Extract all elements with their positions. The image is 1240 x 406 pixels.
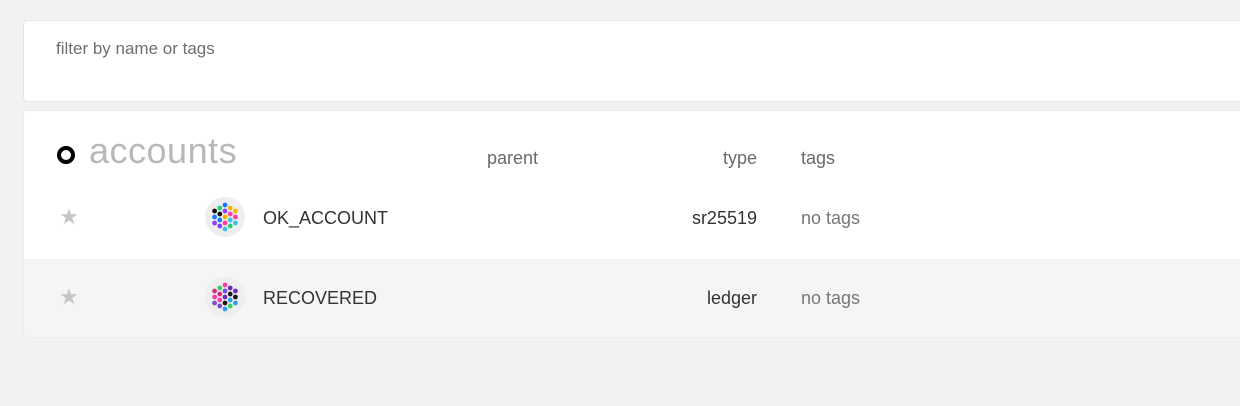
- identicon-dot: [222, 208, 228, 214]
- account-tags[interactable]: no tags: [801, 287, 860, 309]
- identicon-dot: [217, 303, 223, 309]
- identicon-dot: [222, 288, 228, 294]
- identicon-dot: [217, 297, 223, 303]
- column-header-parent: parent: [487, 148, 539, 168]
- identicon-dot: [227, 291, 233, 297]
- identicon-dot: [212, 288, 217, 294]
- filter-input[interactable]: [56, 35, 756, 63]
- identicon-dot: [233, 214, 238, 220]
- identicon-dot: [217, 291, 223, 297]
- identicon-dot: [233, 300, 238, 306]
- identicon-dot: [217, 211, 223, 217]
- identicon-dot: [217, 285, 223, 291]
- account-name[interactable]: OK_ACCOUNT: [263, 207, 388, 229]
- column-header-type: type: [722, 148, 757, 168]
- section-dot-icon: [57, 146, 75, 164]
- accounts-table: accounts parent type tags ★ OK_ACCOUNT s…: [23, 110, 1240, 338]
- identicon-dot: [227, 211, 233, 217]
- identicon-dot: [227, 297, 233, 303]
- identicon-dot: [222, 202, 228, 208]
- identicon-dot: [233, 208, 238, 214]
- account-name[interactable]: RECOVERED: [263, 287, 377, 309]
- identicon-icon[interactable]: [205, 197, 245, 237]
- account-type: ledger: [706, 288, 757, 308]
- identicon-dot: [217, 223, 223, 229]
- column-header-tags: tags: [801, 148, 836, 168]
- identicon-dot: [217, 217, 223, 223]
- identicon-dot: [222, 226, 228, 232]
- identicon-dot: [212, 294, 217, 300]
- identicon-dot: [222, 220, 228, 226]
- account-row-recovered[interactable]: ★ RECOVERED ledger no tags: [24, 259, 1240, 337]
- identicon-dot: [233, 294, 238, 300]
- star-icon[interactable]: ★: [57, 285, 81, 309]
- section-title: accounts: [89, 130, 238, 171]
- identicon-dot: [212, 208, 217, 214]
- identicon-icon[interactable]: [205, 277, 245, 317]
- identicon-dot: [212, 300, 217, 306]
- identicon-dot: [222, 282, 228, 288]
- star-icon[interactable]: ★: [57, 205, 81, 229]
- identicon-dot: [222, 214, 228, 220]
- identicon-dot: [233, 288, 238, 294]
- account-row-ok-account[interactable]: ★ OK_ACCOUNT sr25519 no tags: [24, 179, 1240, 259]
- identicon-dot: [227, 223, 233, 229]
- identicon-dot: [227, 205, 233, 211]
- identicon-dot: [227, 285, 233, 291]
- identicon-dot: [222, 306, 228, 312]
- account-tags[interactable]: no tags: [801, 207, 860, 229]
- identicon-dot: [227, 217, 233, 223]
- filter-box: [23, 20, 1240, 102]
- identicon-dot: [212, 220, 217, 226]
- identicon-dot: [212, 214, 217, 220]
- identicon-dot: [222, 300, 228, 306]
- account-type: sr25519: [691, 208, 757, 228]
- identicon-dot: [222, 294, 228, 300]
- identicon-dot: [233, 220, 238, 226]
- identicon-dot: [217, 205, 223, 211]
- identicon-dot: [227, 303, 233, 309]
